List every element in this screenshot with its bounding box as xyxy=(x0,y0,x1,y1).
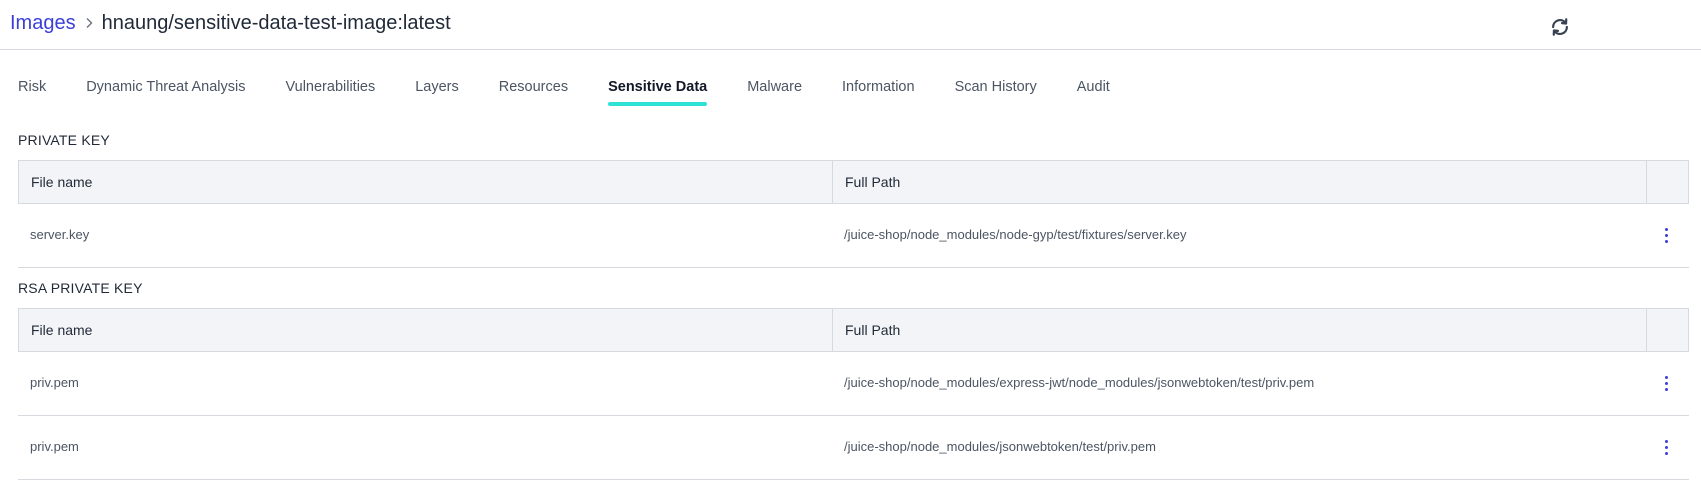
column-header-full-path: Full Path xyxy=(833,161,1647,203)
more-vertical-icon[interactable] xyxy=(1657,370,1676,397)
column-header-file-name: File name xyxy=(19,161,833,203)
table-row: server.key /juice-shop/node_modules/node… xyxy=(18,204,1689,268)
table-row: priv.pem /juice-shop/node_modules/expres… xyxy=(18,352,1689,416)
column-header-file-name: File name xyxy=(19,309,833,351)
tab-information[interactable]: Information xyxy=(842,76,915,106)
refresh-button[interactable] xyxy=(1549,16,1571,38)
breadcrumb: Images hnaung/sensitive-data-test-image:… xyxy=(10,10,451,36)
more-vertical-icon[interactable] xyxy=(1657,222,1676,249)
table-header: File name Full Path xyxy=(18,308,1689,352)
tab-risk[interactable]: Risk xyxy=(18,76,46,106)
refresh-icon xyxy=(1552,18,1568,36)
tab-dynamic-threat-analysis[interactable]: Dynamic Threat Analysis xyxy=(86,76,245,106)
rsa-private-key-table: File name Full Path priv.pem /juice-shop… xyxy=(18,308,1689,480)
chevron-right-icon xyxy=(76,17,102,29)
page-header: Images hnaung/sensitive-data-test-image:… xyxy=(0,0,1701,50)
file-name-cell: priv.pem xyxy=(30,375,79,390)
tab-malware[interactable]: Malware xyxy=(747,76,802,106)
tab-audit[interactable]: Audit xyxy=(1077,76,1110,106)
tab-scan-history[interactable]: Scan History xyxy=(955,76,1037,106)
tab-layers[interactable]: Layers xyxy=(415,76,459,106)
more-vertical-icon[interactable] xyxy=(1657,434,1676,461)
column-header-actions xyxy=(1647,309,1688,351)
full-path-cell: /juice-shop/node_modules/jsonwebtoken/te… xyxy=(844,439,1156,454)
file-name-cell: server.key xyxy=(30,227,90,242)
row-actions-cell xyxy=(1646,416,1687,479)
tab-sensitive-data[interactable]: Sensitive Data xyxy=(608,76,708,106)
column-header-full-path: Full Path xyxy=(833,309,1647,351)
section-title-rsa-private-key: RSA PRIVATE KEY xyxy=(18,280,143,296)
tab-bar: Risk Dynamic Threat Analysis Vulnerabili… xyxy=(18,76,1150,106)
full-path-cell: /juice-shop/node_modules/express-jwt/nod… xyxy=(844,375,1315,390)
row-actions-cell xyxy=(1646,352,1687,415)
tab-resources[interactable]: Resources xyxy=(499,76,568,106)
breadcrumb-images-link[interactable]: Images xyxy=(10,10,76,36)
private-key-table: File name Full Path server.key /juice-sh… xyxy=(18,160,1689,268)
table-row: priv.pem /juice-shop/node_modules/jsonwe… xyxy=(18,416,1689,480)
tab-vulnerabilities[interactable]: Vulnerabilities xyxy=(286,76,376,106)
file-name-cell: priv.pem xyxy=(30,439,79,454)
row-actions-cell xyxy=(1646,204,1687,267)
page-title: hnaung/sensitive-data-test-image:latest xyxy=(101,12,451,34)
column-header-actions xyxy=(1647,161,1688,203)
section-title-private-key: PRIVATE KEY xyxy=(18,132,110,148)
full-path-cell: /juice-shop/node_modules/node-gyp/test/f… xyxy=(844,227,1187,242)
table-header: File name Full Path xyxy=(18,160,1689,204)
